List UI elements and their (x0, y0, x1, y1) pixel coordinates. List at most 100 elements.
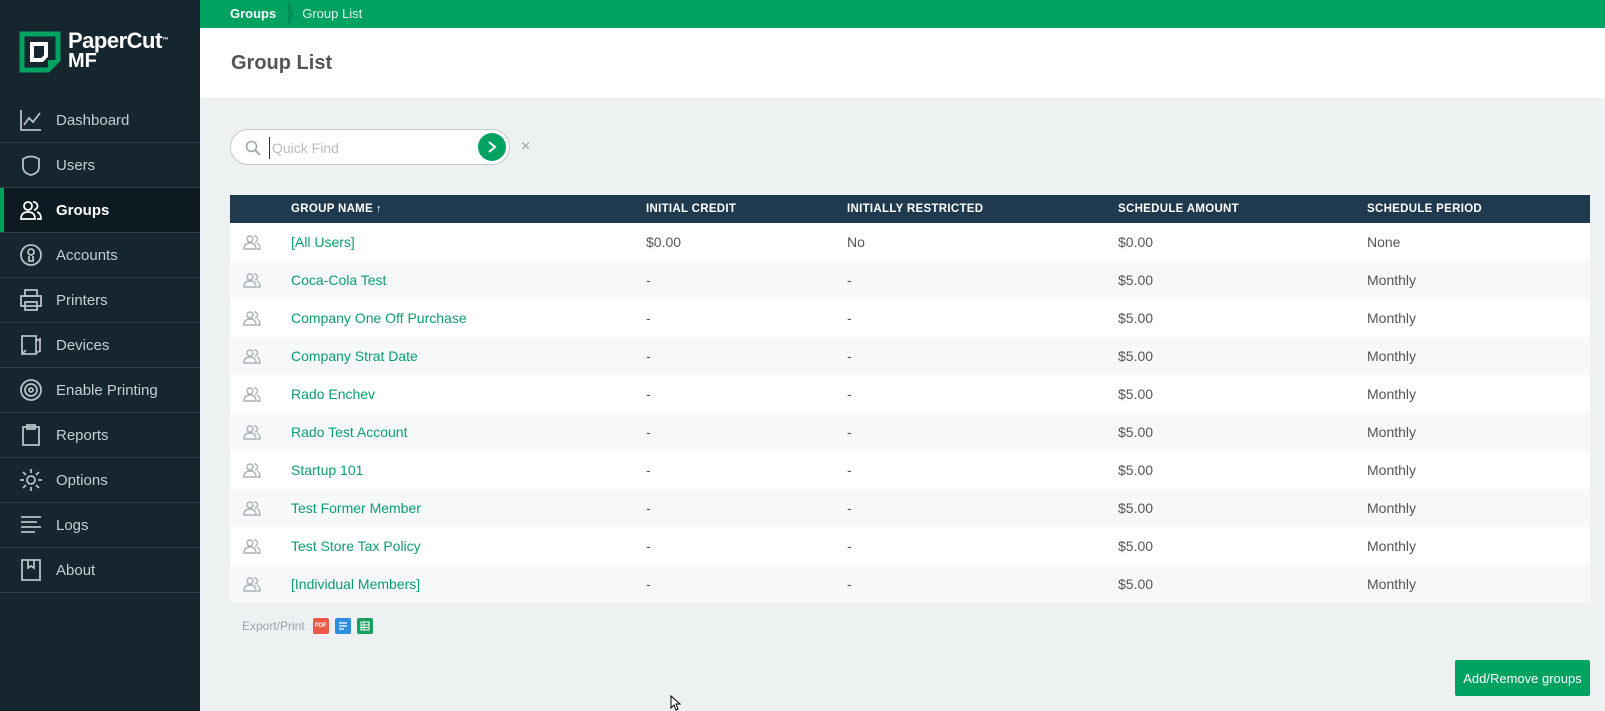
group-table: GROUP NAME ↑ INITIAL CREDIT INITIALLY RES… (230, 195, 1590, 603)
clipboard-icon (18, 422, 44, 448)
group-name-link[interactable]: Rado Enchev (291, 386, 646, 402)
table-row: [Individual Members] - - $5.00 Monthly (230, 565, 1590, 603)
initial-credit-cell: - (646, 272, 651, 288)
sidebar-item-groups[interactable]: Groups (0, 188, 200, 233)
sidebar-item-dashboard[interactable]: Dashboard (0, 98, 200, 143)
group-name-link[interactable]: [Individual Members] (291, 576, 646, 592)
papercut-logo[interactable]: PaperCut™ MF (18, 30, 169, 74)
quick-find-search (230, 129, 510, 165)
schedule-period-cell: Monthly (1367, 272, 1417, 288)
initial-credit-cell: - (646, 310, 651, 326)
column-header-initially-restricted[interactable]: INITIALLY RESTRICTED (847, 203, 1118, 215)
trademark-mark: ™ (161, 37, 169, 44)
schedule-period-cell: Monthly (1367, 310, 1417, 326)
sidebar-item-label: Options (56, 471, 108, 489)
initial-credit-cell: $0.00 (646, 234, 682, 250)
sidebar-item-label: Dashboard (56, 111, 130, 129)
search-icon (245, 140, 261, 156)
chart-line-icon (18, 107, 44, 133)
group-name-link[interactable]: Test Store Tax Policy (291, 538, 646, 554)
schedule-amount-cell: $5.00 (1118, 500, 1154, 516)
table-row: Company One Off Purchase - - $5.00 Month… (230, 299, 1590, 337)
printer-icon (18, 287, 44, 313)
group-name-link[interactable]: Company Strat Date (291, 348, 646, 364)
list-icon[interactable] (334, 618, 351, 634)
schedule-amount-cell: $0.00 (1118, 234, 1154, 250)
schedule-period-cell: Monthly (1367, 576, 1417, 592)
add-remove-groups-button[interactable]: Add/Remove groups (1455, 660, 1590, 696)
initial-credit-cell: - (646, 538, 651, 554)
group-icon (230, 424, 291, 440)
group-name-link[interactable]: Test Former Member (291, 500, 646, 516)
sidebar-nav: Dashboard Users Groups Accounts Printers… (0, 98, 200, 593)
column-header-schedule-amount[interactable]: SCHEDULE AMOUNT (1118, 203, 1367, 215)
initially-restricted-cell: - (847, 538, 852, 554)
initially-restricted-cell: - (847, 272, 852, 288)
schedule-period-cell: Monthly (1367, 386, 1417, 402)
column-header-initial-credit[interactable]: INITIAL CREDIT (646, 203, 847, 215)
sidebar-item-label: Groups (56, 201, 110, 219)
group-icon (230, 538, 291, 554)
column-header-schedule-period[interactable]: SCHEDULE PERIOD (1367, 203, 1590, 215)
sidebar-item-label: Users (56, 156, 96, 174)
mouse-cursor-icon (670, 695, 682, 711)
schedule-period-cell: Monthly (1367, 538, 1417, 554)
export-print-label: Export/Print (242, 619, 305, 633)
radar-icon (18, 377, 44, 403)
csv-icon[interactable] (356, 618, 373, 634)
sidebar-item-label: Logs (56, 516, 89, 534)
sidebar-item-devices[interactable]: Devices (0, 323, 200, 368)
sidebar-item-reports[interactable]: Reports (0, 413, 200, 458)
sidebar-item-logs[interactable]: Logs (0, 503, 200, 548)
table-row: Coca-Cola Test - - $5.00 Monthly (230, 261, 1590, 299)
table-body: [All Users] $0.00 No $0.00 None Coca-Col… (230, 223, 1590, 603)
sidebar: PaperCut™ MF Dashboard Users Groups Acco… (0, 0, 200, 711)
search-go-button[interactable] (478, 133, 506, 161)
table-row: [All Users] $0.00 No $0.00 None (230, 223, 1590, 261)
logo-product-name: MF (68, 50, 97, 72)
group-name-link[interactable]: Coca-Cola Test (291, 272, 646, 288)
search-clear-button[interactable]: × (521, 138, 530, 156)
group-name-link[interactable]: Company One Off Purchase (291, 310, 646, 326)
schedule-amount-cell: $5.00 (1118, 348, 1154, 364)
group-icon (230, 348, 291, 364)
group-icon (230, 386, 291, 402)
initial-credit-cell: - (646, 576, 651, 592)
group-name-link[interactable]: Startup 101 (291, 462, 646, 478)
group-name-link[interactable]: Rado Test Account (291, 424, 646, 440)
schedule-period-cell: Monthly (1367, 500, 1417, 516)
export-print-bar: Export/Print PDF (242, 618, 373, 634)
initially-restricted-cell: - (847, 424, 852, 440)
gear-icon (18, 467, 44, 493)
group-name-link[interactable]: [All Users] (291, 234, 646, 250)
initial-credit-cell: - (646, 462, 651, 478)
schedule-period-cell: Monthly (1367, 348, 1417, 364)
column-header-group-name[interactable]: GROUP NAME ↑ (291, 203, 646, 215)
group-icon (230, 576, 291, 592)
schedule-amount-cell: $5.00 (1118, 310, 1154, 326)
schedule-period-cell: None (1367, 234, 1401, 250)
sidebar-item-accounts[interactable]: Accounts (0, 233, 200, 278)
table-row: Company Strat Date - - $5.00 Monthly (230, 337, 1590, 375)
sidebar-item-label: Devices (56, 336, 110, 354)
group-icon (230, 272, 291, 288)
initial-credit-cell: - (646, 386, 651, 402)
quick-find-input[interactable] (269, 137, 469, 159)
sidebar-item-users[interactable]: Users (0, 143, 200, 188)
sidebar-item-label: Enable Printing (56, 381, 158, 399)
sidebar-item-label: About (56, 561, 96, 579)
breadcrumb-groups-link[interactable]: Groups (200, 0, 295, 28)
initially-restricted-cell: - (847, 500, 852, 516)
account-circle-icon (18, 242, 44, 268)
sidebar-item-printers[interactable]: Printers (0, 278, 200, 323)
initially-restricted-cell: No (847, 234, 865, 250)
pdf-icon[interactable]: PDF (312, 618, 329, 634)
initially-restricted-cell: - (847, 462, 852, 478)
sidebar-item-about[interactable]: About (0, 548, 200, 593)
group-icon (230, 310, 291, 326)
sidebar-item-options[interactable]: Options (0, 458, 200, 503)
page-header: Group List (200, 28, 1605, 98)
initial-credit-cell: - (646, 348, 651, 364)
table-row: Rado Enchev - - $5.00 Monthly (230, 375, 1590, 413)
sidebar-item-enable-printing[interactable]: Enable Printing (0, 368, 200, 413)
